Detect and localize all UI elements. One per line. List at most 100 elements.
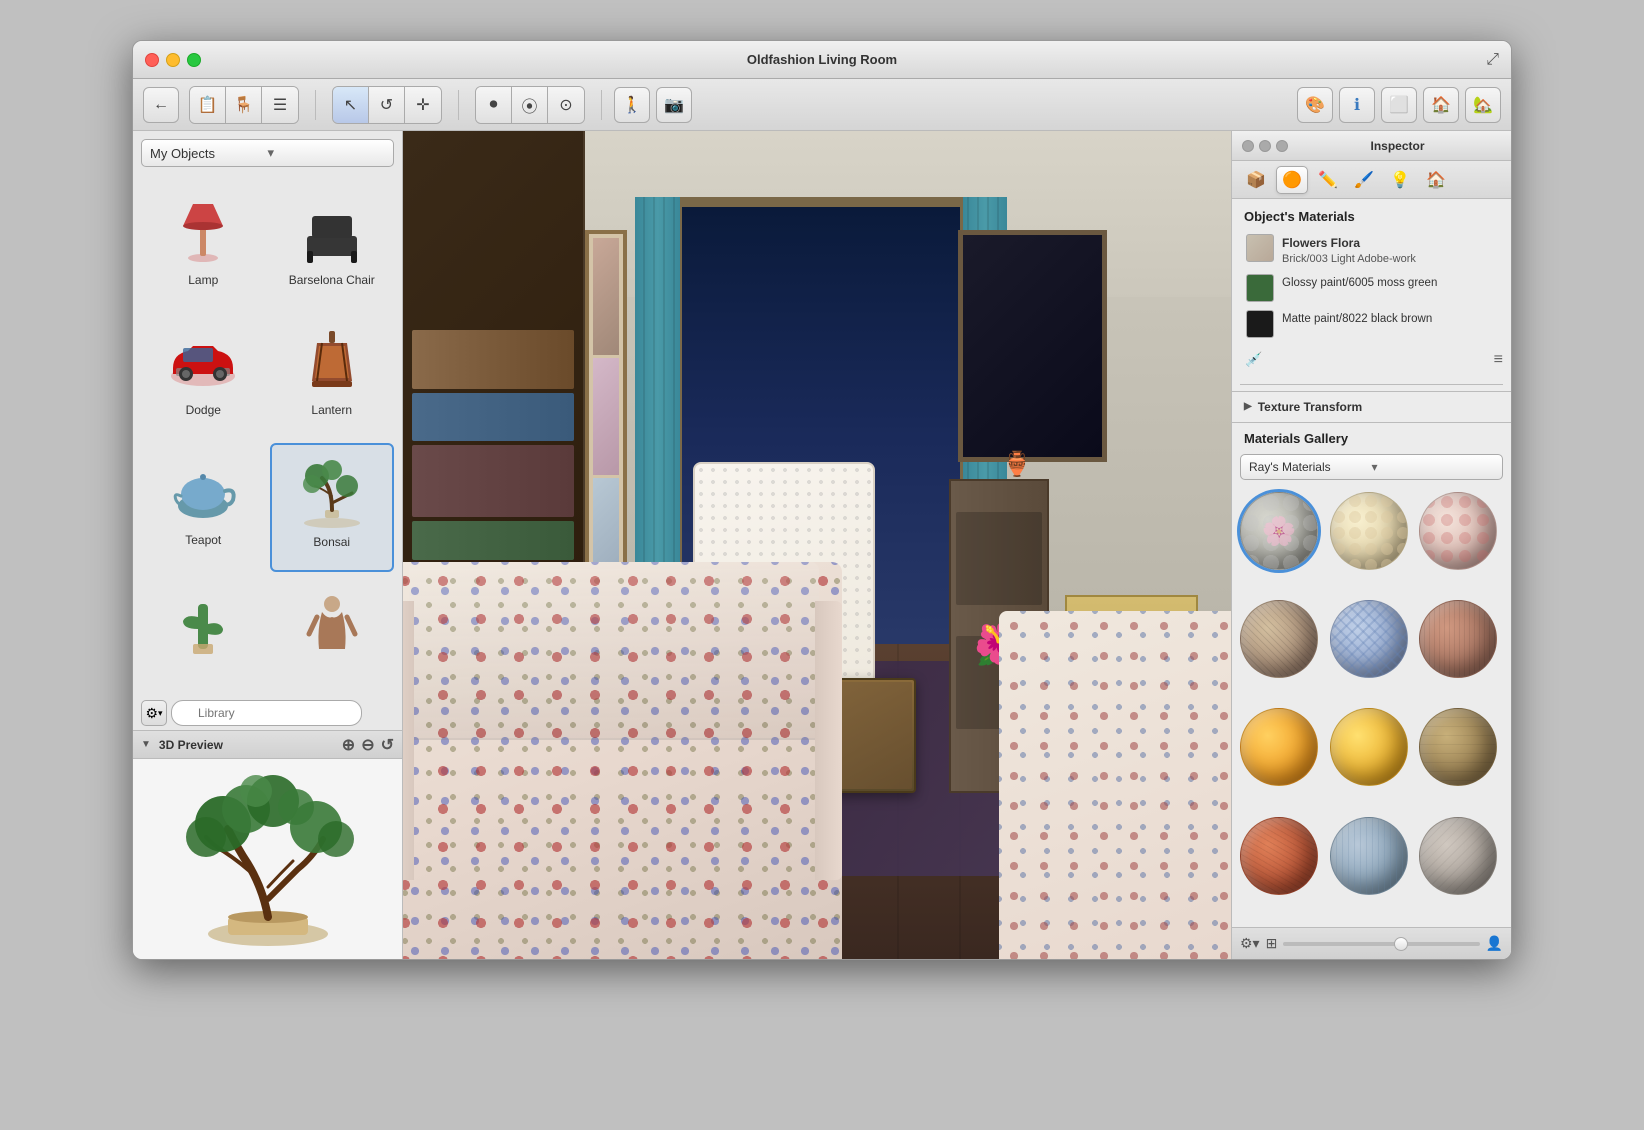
menu-button[interactable]: ≡ (1494, 351, 1503, 369)
camera2-button[interactable]: ⊙ (548, 87, 584, 123)
minimize-button[interactable] (166, 53, 180, 67)
right-sofa-pattern (999, 611, 1231, 959)
expand-icon[interactable]: ⤢ (1486, 51, 1499, 69)
objects-view-button[interactable]: 📋 (190, 87, 226, 123)
toolbar-right: 🎨 ℹ ⬜ 🏠 🏡 (1297, 87, 1501, 123)
gear-button[interactable]: ⚙ ▾ (141, 700, 167, 726)
material-item[interactable]: Matte paint/8022 black brown (1240, 306, 1503, 342)
gallery-dropdown[interactable]: Ray's Materials ▾ (1240, 454, 1503, 480)
back-button[interactable]: ← (143, 87, 179, 123)
select-tool-button[interactable]: ↖ (333, 87, 369, 123)
info-button[interactable]: ℹ (1339, 87, 1375, 123)
select-icon: ↖ (344, 95, 357, 115)
photo-tool-button[interactable]: 📷 (656, 87, 692, 123)
material-ball[interactable] (1330, 492, 1408, 570)
ball-pattern (1241, 601, 1317, 677)
material-header-name: Flowers Flora (1282, 236, 1497, 252)
person-button[interactable]: 👤 (1486, 935, 1503, 952)
rotate-tool-button[interactable]: ↺ (369, 87, 405, 123)
list-item[interactable]: Teapot (141, 443, 266, 573)
material-ball[interactable] (1330, 708, 1408, 786)
material-ball[interactable] (1419, 600, 1497, 678)
move-tool-button[interactable]: ✛ (405, 87, 441, 123)
list-item[interactable]: Dodge (141, 313, 266, 439)
inspector-dot-3[interactable] (1276, 140, 1288, 152)
record-button[interactable]: ⏺ (476, 87, 512, 123)
fullscreen-button[interactable]: ⬜ (1381, 87, 1417, 123)
list-item[interactable]: Bonsai (270, 443, 395, 573)
furniture-view-button[interactable]: 🪑 (226, 87, 262, 123)
material-ball[interactable] (1240, 600, 1318, 678)
render-quality-button[interactable]: 🎨 (1297, 87, 1333, 123)
list-item[interactable] (141, 576, 266, 688)
material-ball[interactable] (1240, 708, 1318, 786)
inspector-dot-1[interactable] (1242, 140, 1254, 152)
material-ball[interactable] (1240, 817, 1318, 895)
rotate-icon: ↺ (380, 95, 393, 115)
size-slider[interactable] (1283, 942, 1479, 946)
list-item[interactable]: Barselona Chair (270, 183, 395, 309)
inspector-traffic-lights (1242, 140, 1288, 152)
divider-1 (1240, 384, 1503, 385)
shelf-item (412, 521, 574, 561)
floor-plan-button[interactable]: 🏠 (1423, 87, 1459, 123)
ball-pattern (1420, 818, 1496, 894)
material-ball[interactable] (1240, 492, 1318, 570)
tab-light[interactable]: 💡 (1384, 166, 1416, 194)
inspector-title: Inspector (1294, 139, 1501, 153)
material-ball[interactable] (1330, 600, 1408, 678)
material-ball[interactable] (1330, 817, 1408, 895)
walk-icon: 🚶 (622, 95, 642, 115)
tab-edit[interactable]: ✏️ (1312, 166, 1344, 194)
texture-transform-header[interactable]: ▶ Texture Transform (1232, 392, 1511, 422)
ball-pattern (1331, 493, 1407, 569)
maximize-button[interactable] (187, 53, 201, 67)
house-view-button[interactable]: 🏡 (1465, 87, 1501, 123)
tab-sphere[interactable]: 🟠 (1276, 166, 1308, 194)
search-bar: ⚙ ▾ 🔍 (141, 700, 394, 726)
camera1-icon: ⦿ (521, 93, 537, 117)
preview-header[interactable]: ▼ 3D Preview ⊕ ⊖ ↺ (133, 731, 402, 759)
inspector-dot-2[interactable] (1259, 140, 1271, 152)
zoom-in-button[interactable]: ⊕ (342, 735, 355, 755)
materials-gallery-title: Materials Gallery (1232, 423, 1511, 450)
list-item[interactable]: Lamp (141, 183, 266, 309)
size-slider-wrap (1283, 942, 1479, 946)
material-item[interactable]: Flowers Flora Brick/003 Light Adobe-work (1240, 230, 1503, 270)
material-ball[interactable] (1419, 817, 1497, 895)
grid-view-button[interactable]: ☰ (262, 87, 298, 123)
separator-3 (601, 90, 602, 120)
ball-pattern (1331, 601, 1407, 677)
settings-gear-button[interactable]: ⚙▾ (1240, 935, 1260, 952)
slider-thumb[interactable] (1394, 937, 1408, 951)
objects-dropdown[interactable]: My Objects ▾ (141, 139, 394, 167)
object-label: Dodge (186, 403, 221, 417)
tab-materials[interactable]: 🖌️ (1348, 166, 1380, 194)
material-item[interactable]: Glossy paint/6005 moss green (1240, 270, 1503, 306)
list-item[interactable]: Lantern (270, 313, 395, 439)
ball-pattern (1420, 601, 1496, 677)
reset-view-button[interactable]: ↺ (381, 735, 394, 755)
tab-objects[interactable]: 📦 (1240, 166, 1272, 194)
tab-house[interactable]: 🏠 (1420, 166, 1452, 194)
search-input[interactable] (171, 700, 362, 726)
dropper-icon: 💉 (1245, 351, 1262, 368)
camera1-button[interactable]: ⦿ (512, 87, 548, 123)
list-item[interactable] (270, 576, 395, 688)
move-icon: ✛ (416, 95, 429, 115)
zoom-out-button[interactable]: ⊖ (361, 735, 374, 755)
object-label: Teapot (185, 533, 221, 547)
materials-grid (1232, 484, 1511, 927)
dropper-tool-button[interactable]: 💉 (1240, 346, 1268, 374)
gallery-view-button[interactable]: ⊞ (1266, 935, 1278, 952)
viewport[interactable]: 💡 🌺 (403, 131, 1231, 959)
material-name: Flowers Flora Brick/003 Light Adobe-work (1282, 234, 1497, 266)
material-ball[interactable] (1419, 708, 1497, 786)
walk-tool-button[interactable]: 🚶 (614, 87, 650, 123)
close-button[interactable] (145, 53, 159, 67)
materials-gallery-section: Materials Gallery Ray's Materials ▾ (1232, 422, 1511, 927)
expand-icon: ▶ (1244, 401, 1252, 412)
object-label: Barselona Chair (289, 273, 375, 287)
material-ball[interactable] (1419, 492, 1497, 570)
decor-item: 🏺 (1002, 450, 1032, 479)
